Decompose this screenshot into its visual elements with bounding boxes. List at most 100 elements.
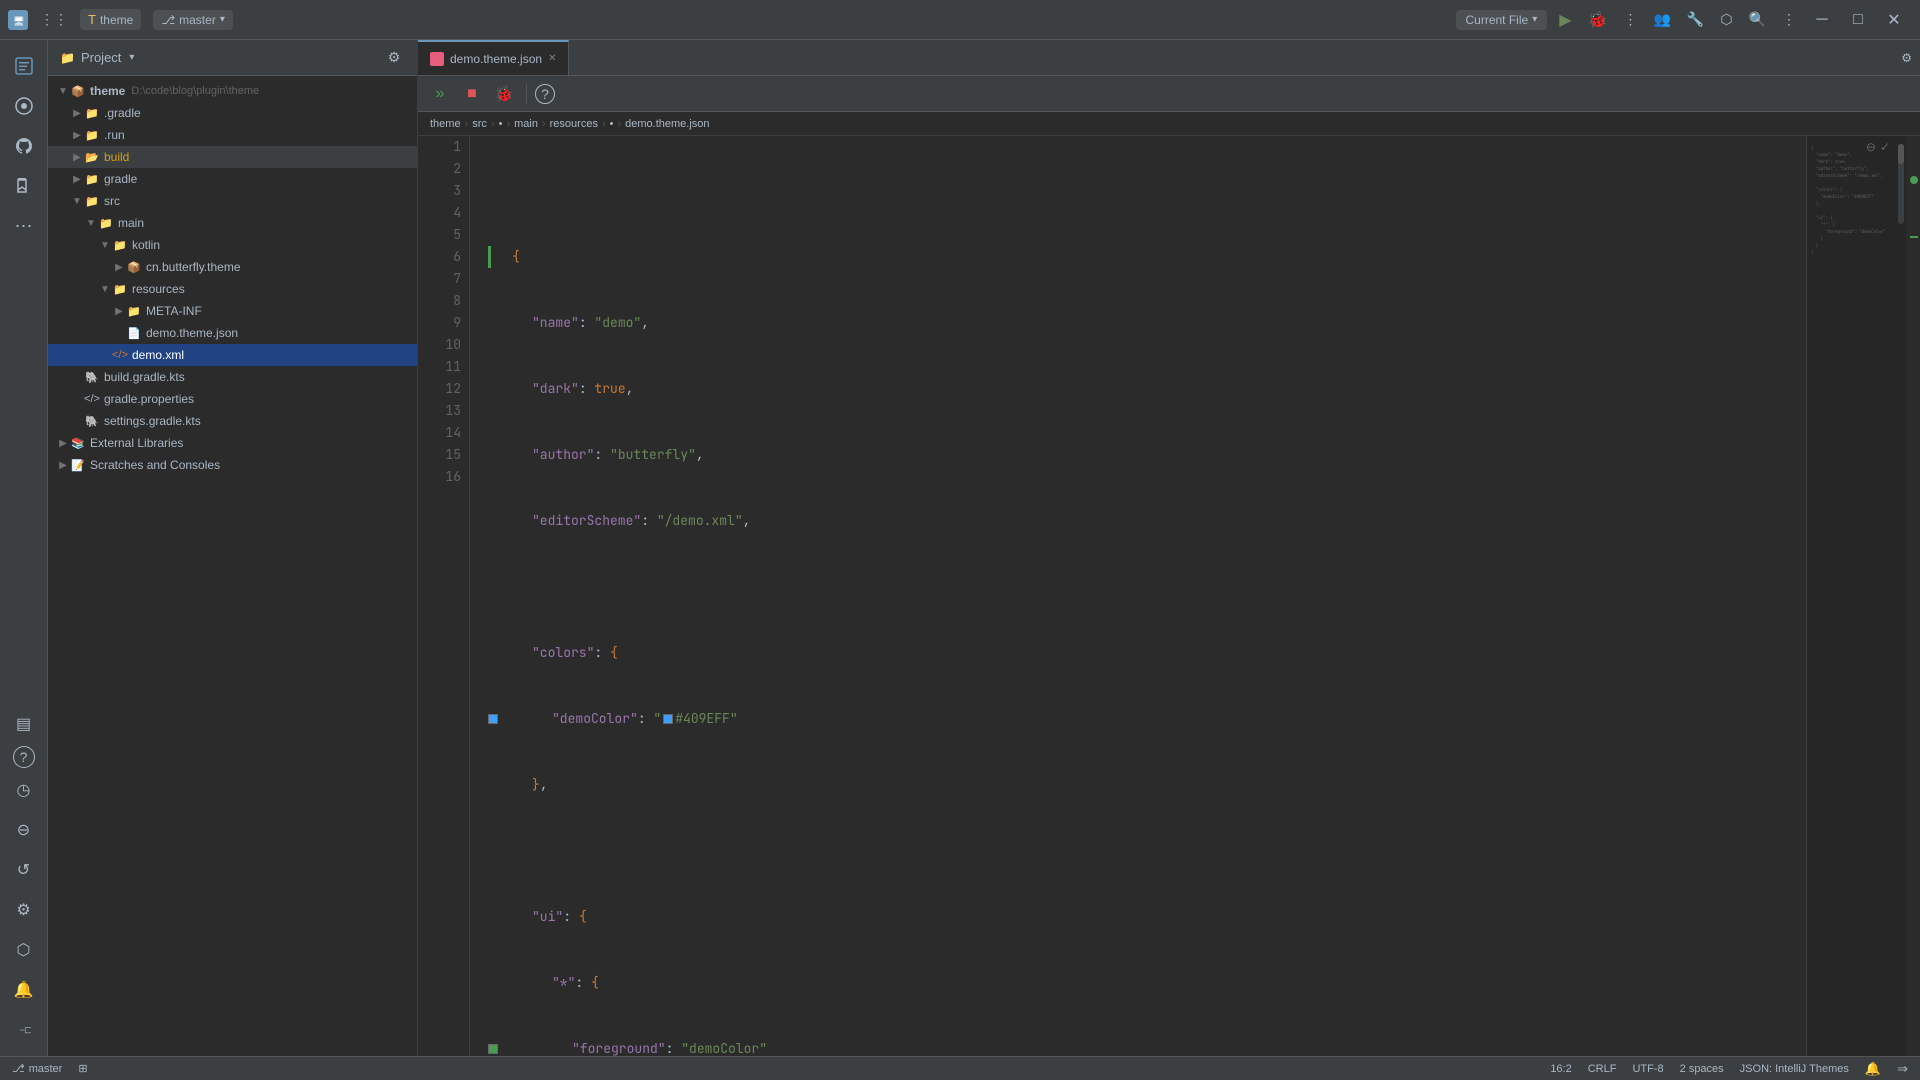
status-indent[interactable]: 2 spaces: [1680, 1063, 1724, 1075]
tree-item-build-gradle[interactable]: ▶ 🐘 build.gradle.kts: [48, 366, 417, 388]
rerun-icon[interactable]: »: [426, 80, 454, 108]
project-name-branch[interactable]: T theme: [80, 9, 141, 30]
breadcrumb-item-4[interactable]: demo.theme.json: [625, 118, 709, 130]
run-btn[interactable]: ▶: [1555, 6, 1575, 34]
breadcrumb-item-0[interactable]: theme: [430, 118, 461, 130]
project-dropdown-icon[interactable]: ▾: [129, 52, 134, 63]
tree-item-demo-theme-json[interactable]: ▶ 📄 demo.theme.json: [48, 322, 417, 344]
maximize-btn[interactable]: □: [1844, 6, 1872, 34]
code-line-4: "author": "butterfly",: [512, 444, 1782, 466]
notification-icon[interactable]: 🔔: [6, 972, 42, 1008]
tree-item-settings-gradle[interactable]: ▶ 🐘 settings.gradle.kts: [48, 410, 417, 432]
tree-label: META-INF: [146, 304, 202, 318]
minus-zoom-icon[interactable]: ⊖: [1866, 140, 1876, 154]
tree-label: Scratches and Consoles: [90, 458, 220, 472]
tree-label: External Libraries: [90, 436, 183, 450]
settings2-icon[interactable]: ⚙: [6, 892, 42, 928]
breadcrumb-item-2[interactable]: main: [514, 118, 538, 130]
search-icon[interactable]: 🔍: [1745, 7, 1770, 32]
encoding-label: UTF-8: [1632, 1063, 1663, 1075]
tree-label: src: [104, 194, 120, 208]
tree-item-kotlin[interactable]: ▼ 📁 kotlin: [48, 234, 417, 256]
tools-icon[interactable]: 🔧: [1683, 7, 1708, 32]
run-config[interactable]: Current File ▾: [1456, 10, 1548, 30]
breadcrumb-item-1[interactable]: src: [472, 118, 487, 130]
tree-label: resources: [132, 282, 185, 296]
bookmark-icon[interactable]: [6, 168, 42, 204]
tree-item-gradle-root[interactable]: ▶ 📁 .gradle: [48, 102, 417, 124]
users-icon[interactable]: 👥: [1649, 7, 1674, 32]
settings-icon[interactable]: ⋮: [1778, 7, 1800, 32]
status-line-col[interactable]: 16:2: [1550, 1063, 1571, 1075]
tab-demo-theme-json[interactable]: demo.theme.json ✕: [418, 40, 569, 75]
editor-settings-icon[interactable]: ⚙: [1901, 51, 1912, 65]
tree-item-cn-butterfly[interactable]: ▶ 📦 cn.butterfly.theme: [48, 256, 417, 278]
help2-icon[interactable]: ?: [535, 84, 555, 104]
code-editor[interactable]: { "name": "demo", "dark": true, "author"…: [470, 136, 1806, 1056]
status-branch[interactable]: ⎇ master: [12, 1062, 62, 1075]
check-icon[interactable]: ✓: [1880, 140, 1890, 154]
title-bar: 🖥 ⋮⋮ T theme ⎇ master ▾ Current File ▾ ▶…: [0, 0, 1920, 40]
tree-item-gradle-sub[interactable]: ▶ 📁 gradle: [48, 168, 417, 190]
debug-run-icon[interactable]: 🐞: [490, 80, 518, 108]
vcs-icon: ⊞: [78, 1062, 87, 1075]
title-bar-left: 🖥 ⋮⋮ T theme ⎇ master ▾: [0, 7, 241, 32]
debug-btn[interactable]: 🐞: [1584, 6, 1612, 34]
project-icon[interactable]: [6, 48, 42, 84]
status-vcs-changes[interactable]: ⊞: [78, 1062, 87, 1075]
code-line-2: "name": "demo",: [512, 312, 1782, 334]
plugin-icon[interactable]: ⬡: [6, 932, 42, 968]
help-icon[interactable]: ?: [13, 746, 35, 768]
close-btn[interactable]: ✕: [1880, 6, 1908, 34]
tree-label: settings.gradle.kts: [104, 414, 201, 428]
tab-close-btn[interactable]: ✕: [548, 53, 556, 64]
tree-label: build.gradle.kts: [104, 370, 185, 384]
more-icon[interactable]: ⋯: [6, 208, 42, 244]
indent-label: 2 spaces: [1680, 1063, 1724, 1075]
tree-item-theme[interactable]: ▼ 📦 theme D:\code\blog\plugin\theme: [48, 80, 417, 102]
tab-bar: demo.theme.json ✕ ⚙: [418, 40, 1920, 76]
editor-toolbar: » ■ 🐞 ?: [418, 76, 1920, 112]
breadcrumb-item-3[interactable]: resources: [550, 118, 598, 130]
do-not-disturb-icon[interactable]: ⊖: [6, 812, 42, 848]
line-col-label: 16:2: [1550, 1063, 1571, 1075]
tree-item-src[interactable]: ▼ 📁 src: [48, 190, 417, 212]
code-line-3: "dark": true,: [512, 378, 1782, 400]
layers-icon[interactable]: ▤: [6, 706, 42, 742]
vcs-icon[interactable]: [6, 88, 42, 124]
tree-item-gradle-props[interactable]: ▶ </> gradle.properties: [48, 388, 417, 410]
status-file-type[interactable]: JSON: IntelliJ Themes: [1740, 1063, 1849, 1075]
minimize-btn[interactable]: ─: [1808, 6, 1836, 34]
status-encoding[interactable]: UTF-8: [1632, 1063, 1663, 1075]
tree-label: demo.theme.json: [146, 326, 238, 340]
git-branch[interactable]: ⎇ master ▾: [153, 10, 233, 30]
tree-item-main[interactable]: ▼ 📁 main: [48, 212, 417, 234]
tree-item-build[interactable]: ▶ 📂 build: [48, 146, 417, 168]
git2-icon[interactable]: ⑂: [6, 1012, 42, 1048]
status-indent2[interactable]: ⇒: [1897, 1061, 1908, 1077]
tree-label: .gradle: [104, 106, 141, 120]
github-icon[interactable]: [6, 128, 42, 164]
tree-item-run[interactable]: ▶ 📁 .run: [48, 124, 417, 146]
status-line-ending[interactable]: CRLF: [1588, 1063, 1617, 1075]
tree-item-resources[interactable]: ▼ 📁 resources: [48, 278, 417, 300]
more-run-btn[interactable]: ⋮: [1619, 7, 1641, 32]
status-notifications[interactable]: 🔔: [1865, 1061, 1881, 1077]
right-gutter: [1906, 136, 1920, 1056]
stop-icon[interactable]: ■: [458, 80, 486, 108]
tree-item-external-libs[interactable]: ▶ 📚 External Libraries: [48, 432, 417, 454]
hamburger-menu[interactable]: ⋮⋮: [36, 7, 72, 32]
tree-item-scratches[interactable]: ▶ 📝 Scratches and Consoles: [48, 454, 417, 476]
tree-item-demo-xml[interactable]: ▶ </> demo.xml: [48, 344, 417, 366]
code-line-6: [512, 576, 1782, 598]
tree-item-meta-inf[interactable]: ▶ 📁 META-INF: [48, 300, 417, 322]
clock-icon[interactable]: ◷: [6, 772, 42, 808]
project-settings-icon[interactable]: ⚙: [383, 47, 405, 69]
main-area: ⋯ ▤ ? ◷ ⊖ ↺ ⚙ ⬡ 🔔 ⑂ 📁 Project ▾ ⚙: [0, 40, 1920, 1056]
tree-label: demo.xml: [132, 348, 184, 362]
tree-label: cn.butterfly.theme: [146, 260, 241, 274]
plugins-icon[interactable]: ⬡: [1716, 7, 1736, 32]
tree-label: gradle: [104, 172, 137, 186]
history-icon[interactable]: ↺: [6, 852, 42, 888]
icon-sidebar-bottom: ▤ ? ◷ ⊖ ↺ ⚙ ⬡ 🔔 ⑂: [6, 698, 42, 1056]
